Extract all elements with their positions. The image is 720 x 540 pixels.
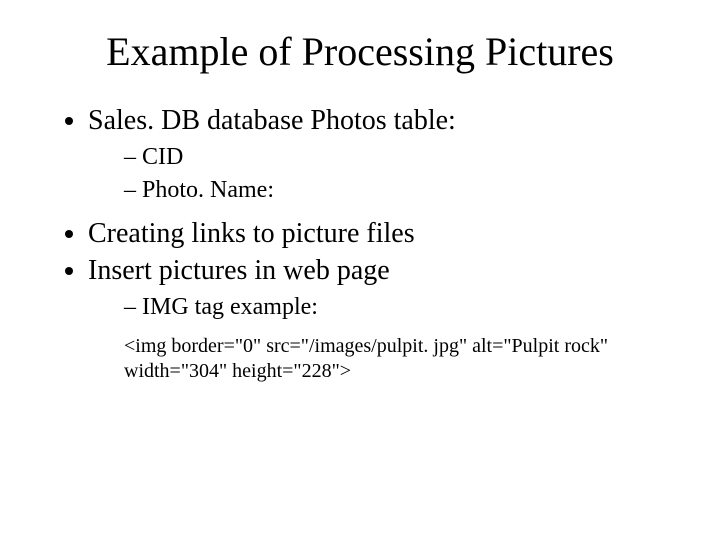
sub-list-1: CID Photo. Name: <box>88 142 680 206</box>
slide: Example of Processing Pictures Sales. DB… <box>0 0 720 540</box>
bullet-item-1: Sales. DB database Photos table: CID Pho… <box>88 103 680 206</box>
bullet-text-3: Insert pictures in web page <box>88 255 390 286</box>
sub-list-3: IMG tag example: <box>88 292 680 323</box>
slide-title: Example of Processing Pictures <box>40 28 680 75</box>
bullet-item-2: Creating links to picture files <box>88 216 680 251</box>
sub-item-photoname: Photo. Name: <box>124 175 680 206</box>
sub-item-cid: CID <box>124 142 680 173</box>
bullet-text-1: Sales. DB database Photos table: <box>88 105 456 136</box>
code-example: <img border="0" src="/images/pulpit. jpg… <box>40 334 680 384</box>
bullet-item-3: Insert pictures in web page IMG tag exam… <box>88 253 680 323</box>
sub-item-img-tag: IMG tag example: <box>124 292 680 323</box>
bullet-list: Sales. DB database Photos table: CID Pho… <box>40 103 680 324</box>
